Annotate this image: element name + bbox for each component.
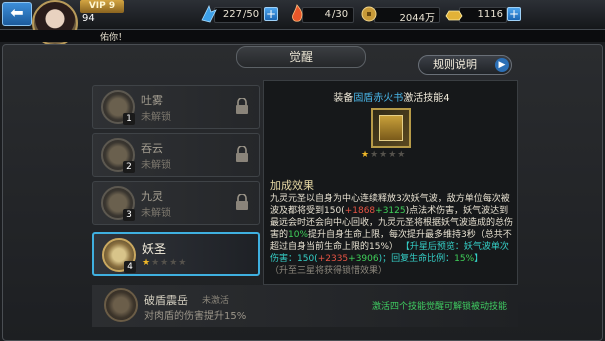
bonus-section-title: 加成效果 bbox=[270, 179, 314, 192]
skill-detail-panel: 装备固盾赤火书激活技能4 ★★★★★ 加成效果 九灵元圣以自身为中心连续释放3次… bbox=[263, 80, 518, 285]
detail-title: 装备固盾赤火书激活技能4 bbox=[333, 93, 450, 104]
stamina-max: /50 bbox=[243, 9, 260, 20]
player-level: 94 bbox=[82, 13, 95, 24]
skill-item-1[interactable]: 1 吐雾 未解锁 bbox=[92, 85, 260, 129]
lock-icon bbox=[236, 194, 248, 210]
passive-skill-state: 未激活 bbox=[202, 296, 230, 306]
coins-value: 2044万 bbox=[399, 13, 435, 24]
stamina-wing-icon bbox=[201, 4, 217, 23]
stamina-value: 227 bbox=[222, 9, 242, 20]
stamina-resource: 227 /50 + bbox=[200, 4, 280, 23]
skill-item-2[interactable]: 2 吞云 未解锁 bbox=[92, 133, 260, 177]
skill-stars: ★★★★★ bbox=[142, 258, 187, 268]
skill-item-4[interactable]: 4 妖圣 ★★★★★ bbox=[92, 232, 260, 276]
equipment-link[interactable]: 固盾赤火书 bbox=[353, 93, 403, 104]
energy-value: 4 bbox=[324, 9, 331, 20]
equipment-stars: ★★★★★ bbox=[361, 150, 407, 160]
skill-name: 吐雾 bbox=[141, 94, 163, 107]
skill-name: 吞云 bbox=[141, 142, 163, 155]
skill-item-3[interactable]: 3 九灵 未解锁 bbox=[92, 181, 260, 225]
star-icon: ★ bbox=[142, 258, 152, 268]
gold-ingot-icon bbox=[445, 10, 463, 21]
skill-number: 1 bbox=[123, 113, 135, 125]
back-button[interactable]: ⬅ bbox=[2, 2, 32, 26]
skill-state: 未解锁 bbox=[141, 112, 171, 123]
coin-icon bbox=[361, 6, 377, 22]
skill-number: 3 bbox=[123, 209, 135, 221]
rules-button[interactable]: 规则说明 ▶ bbox=[418, 55, 512, 75]
energy-flame-icon bbox=[292, 4, 303, 22]
ingots-resource: 1116 + bbox=[445, 7, 523, 23]
add-ingots-button[interactable]: + bbox=[507, 7, 521, 21]
skill-state: 未解锁 bbox=[141, 208, 171, 219]
star-icon: ★★★★ bbox=[151, 258, 188, 268]
vip-badge: VIP 9 bbox=[80, 0, 124, 13]
energy-resource: 4 /30 bbox=[288, 4, 358, 23]
passive-skill-row[interactable]: 破盾震岳 未激活 对肉盾的伤害提升15% 激活四个技能觉醒可解锁被动技能 bbox=[92, 285, 518, 327]
star-upgrade-hint: （升至三星将获得锁惜效果） bbox=[270, 266, 388, 276]
coins-resource: 2044万 bbox=[360, 6, 442, 24]
energy-max: /30 bbox=[332, 9, 349, 20]
rules-label: 规则说明 bbox=[433, 58, 477, 71]
passive-skill-icon bbox=[104, 288, 138, 322]
skill-state: 未解锁 bbox=[141, 160, 171, 171]
lock-icon bbox=[236, 146, 248, 162]
lock-icon bbox=[236, 98, 248, 114]
add-stamina-button[interactable]: + bbox=[264, 7, 278, 21]
equipment-book-icon[interactable] bbox=[371, 108, 411, 148]
passive-unlock-hint: 激活四个技能觉醒可解锁被动技能 bbox=[372, 302, 508, 312]
panel-title: 觉醒 bbox=[236, 46, 366, 68]
skill-name: 九灵 bbox=[141, 190, 163, 203]
passive-skill-name: 破盾震岳 bbox=[144, 294, 188, 307]
skill-name: 妖圣 bbox=[142, 242, 167, 256]
skill-number: 2 bbox=[123, 161, 135, 173]
skill-number: 4 bbox=[124, 261, 136, 273]
announcement-marquee: 佑你！ bbox=[0, 30, 605, 43]
marquee-text: 佑你！ bbox=[100, 33, 128, 43]
ingots-value: 1116 bbox=[477, 9, 503, 20]
passive-skill-desc: 对肉盾的伤害提升15% bbox=[144, 311, 247, 322]
arrow-right-icon: ▶ bbox=[495, 58, 509, 72]
skill-description: 九灵元圣以自身为中心连续释放3次妖气波，敌方单位每次被波及都将受到150(+18… bbox=[270, 194, 514, 276]
